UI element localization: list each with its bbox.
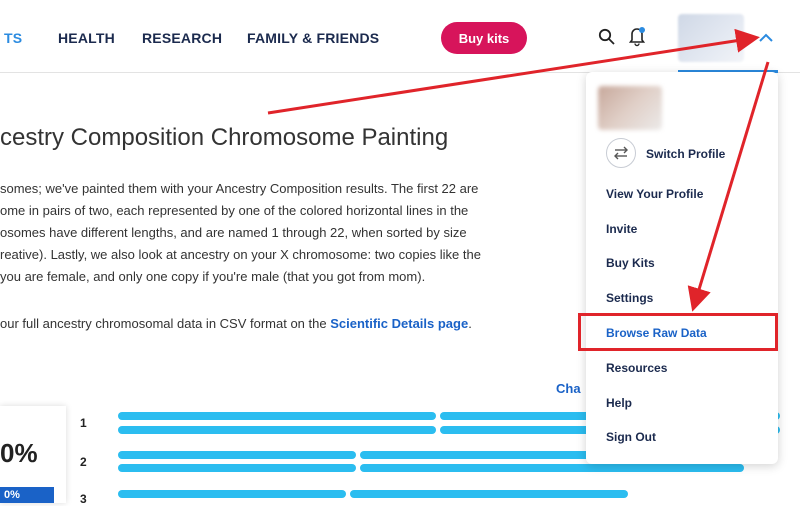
menu-item-settings[interactable]: Settings <box>606 291 653 305</box>
menu-item-buy-kits[interactable]: Buy Kits <box>606 256 655 270</box>
switch-profile-item[interactable]: Switch Profile <box>646 147 725 161</box>
menu-item-resources[interactable]: Resources <box>606 361 667 375</box>
chromosome-1-copy-a-seg-1 <box>118 412 436 420</box>
chromosome-2-copy-b-seg-1 <box>118 464 356 472</box>
switch-profile-icon[interactable] <box>606 138 636 168</box>
menu-item-invite[interactable]: Invite <box>606 222 637 236</box>
chromosome-3-copy-a-seg-1 <box>118 490 346 498</box>
browse-raw-data-highlight <box>578 313 778 351</box>
chromosome-1-copy-b-seg-1 <box>118 426 436 434</box>
menu-item-help[interactable]: Help <box>606 396 632 410</box>
chromosome-2-copy-b-seg-2 <box>360 464 744 472</box>
menu-item-view-profile[interactable]: View Your Profile <box>606 187 703 201</box>
dropdown-avatar <box>598 86 662 130</box>
profile-dropdown-menu: Switch Profile View Your Profile Invite … <box>586 72 778 464</box>
chromosome-2-copy-a-seg-1 <box>118 451 356 459</box>
chromosome-3-copy-a-seg-2 <box>350 490 628 498</box>
menu-item-sign-out[interactable]: Sign Out <box>606 430 656 444</box>
